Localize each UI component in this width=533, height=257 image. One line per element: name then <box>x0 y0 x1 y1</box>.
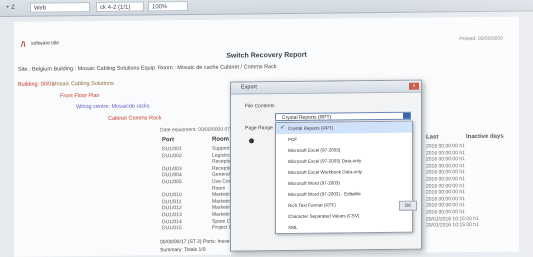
last-cell: 20/01/2016 10:15:00 h1 <box>426 222 479 229</box>
building-value: Mosaic Cabling Solutions <box>52 80 114 88</box>
radio-all-pages[interactable] <box>249 138 254 144</box>
toolbar-field[interactable]: Web <box>30 2 90 13</box>
file-contents-label: File Contents <box>245 103 275 110</box>
printed-date: Printed: 00/00/0000 <box>459 35 503 43</box>
format-select[interactable]: Crystal Reports (RPT) <box>275 111 411 122</box>
format-dropdown-list: ✓ Crystal Reports (RPT) PDF Microsoft Excel… <box>275 120 413 235</box>
floor-label: Front Floor Plan <box>60 92 100 100</box>
close-icon[interactable]: x <box>409 82 419 90</box>
viewer-toolbar: + Z Web ck 4-2 (1/1) 100% <box>0 0 533 18</box>
format-option[interactable]: XML <box>276 221 412 233</box>
cabinet-label: Cabinet Comms Rack <box>108 115 162 122</box>
building-key: Building: 00/01 <box>18 81 55 88</box>
header-last: Last <box>426 134 439 141</box>
page-range-label: Page Range <box>245 125 273 132</box>
header-room: Room <box>212 136 229 143</box>
monitor-photo: + Z Web ck 4-2 (1/1) 100% /\ software ti… <box>0 0 533 257</box>
site-line: Site : Belgium Building : Mosaic Cabling… <box>18 64 277 73</box>
logo-icon: /\ <box>21 39 26 49</box>
wiring-centre-label: Wiring centre: Mosaicde racks <box>76 103 150 111</box>
ok-button[interactable]: OK <box>399 200 417 211</box>
header-port: Port <box>162 137 174 144</box>
check-icon: ✓ <box>280 125 286 132</box>
last-column: 2016 00:00:00 h1 2016 00:00:00 h1 2016 00:… <box>426 143 496 229</box>
header-inactive-days: Inactive days <box>466 133 504 141</box>
zoom-select[interactable]: 100% <box>148 1 188 12</box>
export-dialog: Export x File Contents Crystal Reports (… <box>230 79 422 252</box>
page-navigation-field[interactable]: ck 4-2 (1/1) <box>96 1 144 12</box>
port-column: DU1/001 DU1/002 DU1/003 DU1/004 DU1/005 DU1/0… <box>162 146 202 232</box>
format-select-value: Crystal Reports (RPT) <box>282 114 332 122</box>
logo-text: software title <box>31 40 60 47</box>
dialog-title: Export <box>231 80 421 95</box>
nav-buttons[interactable]: + Z <box>6 3 15 13</box>
port-cell: DU1/015 <box>162 225 182 232</box>
report-title: Switch Recovery Report <box>226 51 307 60</box>
chevron-down-icon[interactable] <box>403 112 410 119</box>
